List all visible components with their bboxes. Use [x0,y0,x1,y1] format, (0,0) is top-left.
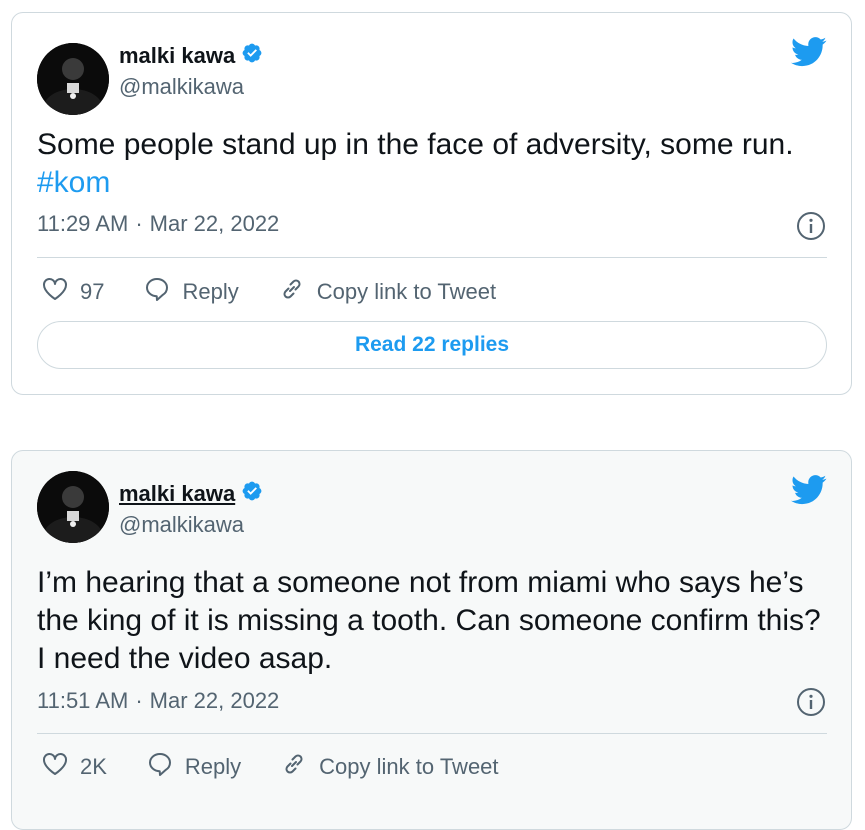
tweet-text: I’m hearing that a someone not from miam… [37,566,821,675]
meta-separator: · [135,688,143,713]
divider [37,257,827,258]
tweet-card: malki kawa @malkikawa Some people stand … [11,12,852,395]
twitter-bird-icon[interactable] [791,37,827,72]
tweet-date: Mar 22, 2022 [149,211,280,236]
copy-link-label: Copy link to Tweet [316,279,497,304]
tweet-timestamp[interactable]: 11:51 AM · Mar 22, 2022 [37,688,279,714]
copy-link-button[interactable]: Copy link to Tweet [279,276,496,308]
divider [37,733,827,734]
like-button[interactable]: 2K [42,752,107,782]
link-icon [279,276,305,308]
twitter-bird-icon[interactable] [791,475,827,510]
author-name-row: malki kawa [119,42,263,69]
reply-label: Reply [182,279,239,304]
author-handle[interactable]: @malkikawa [119,74,244,100]
reply-icon [147,751,173,783]
reply-button[interactable]: Reply [147,751,241,783]
display-name[interactable]: malki kawa [119,481,235,507]
verified-badge-icon [241,42,263,69]
info-icon[interactable] [796,211,826,246]
author-handle[interactable]: @malkikawa [119,512,244,538]
author-name-row: malki kawa [119,480,263,507]
tweet-card: malki kawa @malkikawa I’m hearing that a… [11,450,852,830]
link-icon [281,751,307,783]
copy-link-button[interactable]: Copy link to Tweet [281,751,499,783]
meta-separator: · [135,211,143,236]
info-icon[interactable] [796,687,826,722]
verified-badge-icon [241,480,263,507]
read-replies-button[interactable]: Read 22 replies [37,321,827,369]
tweet-date: Mar 22, 2022 [149,688,280,713]
avatar[interactable] [37,471,109,543]
avatar[interactable] [37,43,109,115]
display-name[interactable]: malki kawa [119,43,235,69]
tweet-time: 11:51 AM [37,688,129,713]
like-button[interactable]: 97 [42,277,104,307]
heart-icon [42,277,68,307]
like-count: 2K [80,754,107,779]
heart-icon [42,752,68,782]
tweet-actions: 2K Reply Copy link to Tweet [42,751,539,783]
tweet-time: 11:29 AM [37,211,129,236]
tweet-timestamp[interactable]: 11:29 AM · Mar 22, 2022 [37,211,279,237]
reply-button[interactable]: Reply [144,276,239,308]
reply-label: Reply [184,754,242,779]
tweet-actions: 97 Reply Copy link to Tweet [42,276,536,308]
hashtag-link[interactable]: #kom [37,164,837,202]
tweet-body: Some people stand up in the face of adve… [37,128,794,161]
reply-icon [144,276,170,308]
tweet-text: Some people stand up in the face of adve… [37,126,837,202]
copy-link-label: Copy link to Tweet [319,754,499,779]
like-count: 97 [80,279,105,304]
